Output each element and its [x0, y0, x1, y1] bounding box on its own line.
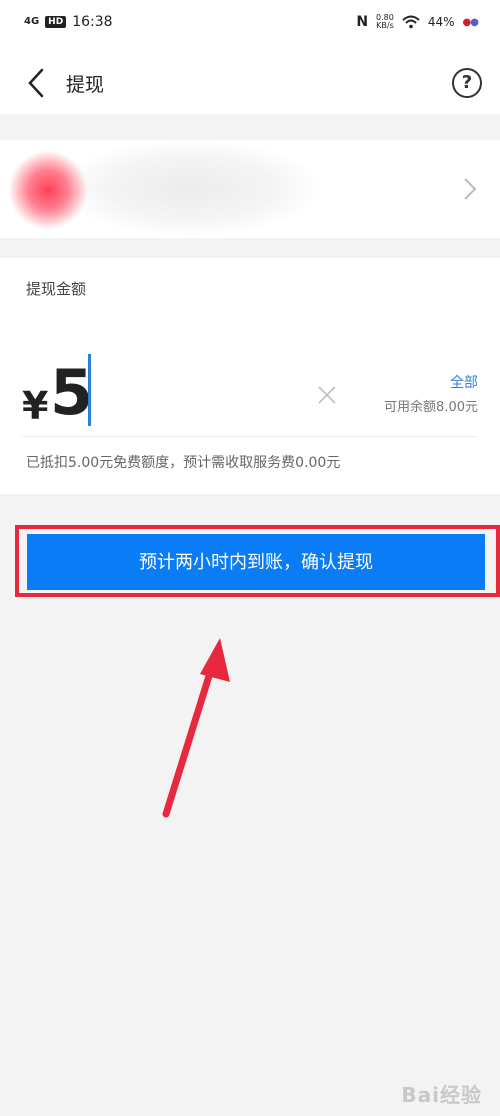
nav-bar: 提现 ?	[0, 52, 500, 114]
status-time: 16:38	[72, 14, 113, 30]
divider	[22, 436, 478, 437]
amount-input[interactable]: 5	[50, 356, 93, 429]
amount-label: 提现金额	[26, 280, 87, 298]
battery-level: 44%	[427, 15, 455, 29]
clear-icon[interactable]	[316, 384, 338, 406]
bank-logo-icon	[8, 150, 88, 230]
nfc-icon: N	[356, 14, 369, 30]
page-title: 提现	[66, 74, 105, 96]
currency-symbol: ¥	[22, 384, 49, 428]
amount-section: 提现金额 ¥ 5 全部 可用余额8.00元 已抵扣5.00元免费额度，预计需收取…	[0, 258, 500, 494]
notification-dots-icon: ●●	[462, 16, 479, 28]
chevron-right-icon	[464, 178, 477, 200]
withdraw-all-link[interactable]: 全部	[450, 372, 478, 392]
help-icon[interactable]: ?	[452, 68, 482, 98]
net-speed-unit: KB/s	[376, 21, 394, 30]
net-speed: 0.80 KB/s	[376, 14, 394, 30]
confirm-withdraw-button[interactable]: 预计两小时内到账，确认提现	[27, 534, 485, 590]
status-left: 4G HD 16:38	[24, 14, 113, 30]
account-selector[interactable]	[0, 140, 500, 238]
status-bar: 4G HD 16:38 N 0.80 KB/s 44% ●●	[0, 0, 500, 52]
fee-note: 已抵扣5.00元免费额度，预计需收取服务费0.00元	[26, 455, 341, 471]
back-arrow-icon[interactable]	[22, 66, 52, 100]
wifi-icon	[402, 15, 420, 29]
annotation-arrow-icon	[162, 638, 230, 818]
blurred-account-info	[60, 140, 320, 236]
status-right: N 0.80 KB/s 44% ●●	[356, 14, 479, 31]
highlight-box: 预计两小时内到账，确认提现	[15, 525, 500, 597]
text-cursor	[88, 354, 91, 426]
watermark: Bai经验	[401, 1083, 482, 1107]
available-balance: 可用余额8.00元	[384, 400, 478, 415]
signal-icon: 4G	[24, 16, 40, 27]
hd-badge: HD	[45, 16, 67, 28]
